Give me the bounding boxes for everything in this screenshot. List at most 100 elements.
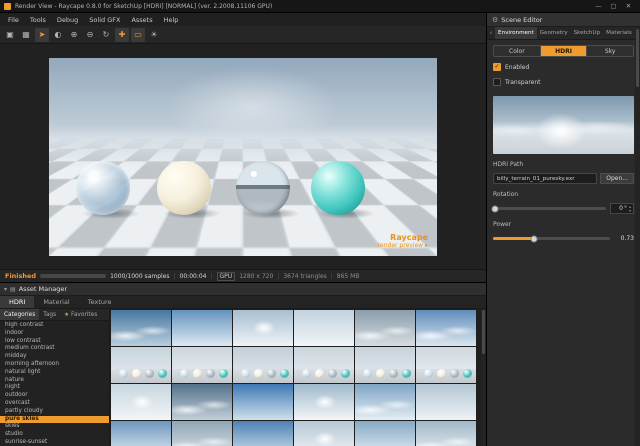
rotation-slider-handle[interactable] (491, 205, 499, 212)
tab-environment[interactable]: Environment (495, 27, 537, 39)
power-label: Power (493, 221, 512, 228)
tab-texture[interactable]: Texture (79, 296, 121, 308)
hdri-thumbnail-sky[interactable] (416, 310, 476, 346)
rotation-value-box[interactable]: 0 ° ▴ ▾ (610, 203, 634, 214)
menu-item-file[interactable]: File (3, 15, 24, 25)
mini-sphere-1 (376, 369, 385, 378)
hdri-thumbnail-sky[interactable] (233, 384, 293, 420)
menu-item-solid-gfx[interactable]: Solid GFX (84, 15, 125, 25)
category-item-overcast[interactable]: overcast (0, 400, 109, 408)
hdri-thumbnail-spheres[interactable] (111, 347, 171, 383)
environment-icon[interactable]: ◐ (51, 28, 65, 42)
mode-color[interactable]: Color (494, 46, 541, 56)
category-item-sunrise-sunset[interactable]: sunrise-sunset (0, 439, 109, 446)
transparent-checkbox[interactable] (493, 78, 501, 86)
category-item-medium-contrast[interactable]: medium contrast (0, 345, 109, 353)
star-icon: ★ (64, 311, 70, 318)
tab-sketchup[interactable]: SketchUp (571, 27, 604, 39)
category-item-night[interactable]: night (0, 384, 109, 392)
category-item-high-contrast[interactable]: high contrast (0, 322, 109, 330)
library-tab-favorites[interactable]: ★ Favorites (60, 309, 101, 320)
hdri-thumbnail-sky[interactable] (172, 384, 232, 420)
separator: | (277, 272, 280, 280)
category-item-skies[interactable]: skies (0, 423, 109, 431)
hdri-thumbnail-sky[interactable] (294, 421, 354, 446)
asset-manager-header[interactable]: ▾ ▤ Asset Manager (0, 283, 486, 296)
hdri-thumbnail-sky[interactable] (355, 310, 415, 346)
hdri-thumbnail-spheres[interactable] (172, 347, 232, 383)
gear-icon: ⚙ (492, 15, 499, 24)
collapse-arrow-icon[interactable]: ▾ (4, 286, 7, 293)
hdri-thumbnail-sky[interactable] (111, 421, 171, 446)
mode-hdri[interactable]: HDRI (540, 46, 588, 56)
mode-sky[interactable]: Sky (587, 46, 633, 56)
mini-sphere-2 (450, 369, 459, 378)
enabled-checkbox[interactable]: ✓ (493, 63, 501, 71)
hdri-thumbnail-sky[interactable] (355, 384, 415, 420)
power-slider-handle[interactable] (530, 235, 538, 242)
hdri-thumbnail-sky[interactable] (233, 310, 293, 346)
category-item-partly-cloudy[interactable]: partly cloudy (0, 408, 109, 416)
asset-type-tabs: HDRI Material Texture (0, 296, 486, 309)
layout-icon[interactable]: ▦ (19, 28, 33, 42)
tab-material[interactable]: Material (34, 296, 78, 308)
light-icon[interactable]: ☀ (147, 28, 161, 42)
category-item-midday[interactable]: midday (0, 353, 109, 361)
category-item-low-contrast[interactable]: low contrast (0, 338, 109, 346)
menu-item-help[interactable]: Help (159, 15, 184, 25)
scrollbar-thumb[interactable] (482, 310, 485, 354)
maximize-button[interactable]: ▢ (606, 2, 621, 10)
open-hdri-button[interactable]: Open... (600, 173, 634, 184)
thumbnail-scrollbar[interactable] (481, 309, 486, 446)
orbit-icon[interactable]: ↻ (99, 28, 113, 42)
hdri-thumbnail-sky[interactable] (294, 310, 354, 346)
hdri-thumbnail-sky[interactable] (172, 421, 232, 446)
hdri-thumbnail-sky[interactable] (355, 421, 415, 446)
category-item-morning-afternoon[interactable]: morning afternoon (0, 361, 109, 369)
hdri-thumbnail-spheres[interactable] (294, 347, 354, 383)
rotation-spinner[interactable]: ▴ ▾ (629, 204, 631, 213)
hdri-thumbnail-sky[interactable] (294, 384, 354, 420)
render-image[interactable]: Raycape render preview ▸ (49, 57, 437, 256)
save-icon[interactable]: ▣ (3, 28, 17, 42)
category-item-outdoor[interactable]: outdoor (0, 392, 109, 400)
category-item-pure-skies[interactable]: pure skies (0, 415, 109, 424)
tab-hdri[interactable]: HDRI (0, 296, 35, 308)
scrollbar-thumb[interactable] (636, 29, 639, 87)
hdri-thumbnail-sky[interactable] (111, 310, 171, 346)
library-tab-categories[interactable]: Categories (0, 309, 40, 320)
clouds-overlay (355, 310, 415, 346)
hdri-thumbnail-spheres[interactable] (416, 347, 476, 383)
hdri-thumbnail-sky[interactable] (416, 384, 476, 420)
hdri-thumbnail-spheres[interactable] (233, 347, 293, 383)
hdri-thumbnail-spheres[interactable] (355, 347, 415, 383)
library-tab-tags[interactable]: Tags (39, 309, 60, 320)
chevron-left-icon[interactable]: ‹ (487, 27, 495, 39)
hdri-thumbnail-sky[interactable] (233, 421, 293, 446)
hdri-thumbnail-sky[interactable] (172, 310, 232, 346)
power-slider[interactable] (493, 235, 610, 242)
zoom-in-icon[interactable]: ⊕ (67, 28, 81, 42)
spinner-down-icon[interactable]: ▾ (629, 208, 631, 213)
scene-editor-header[interactable]: ⚙ Scene Editor (487, 13, 640, 27)
category-item-indoor[interactable]: indoor (0, 330, 109, 338)
category-item-studio[interactable]: studio (0, 431, 109, 439)
category-item-natural-light[interactable]: natural light (0, 369, 109, 377)
hdri-thumbnail-sky[interactable] (416, 421, 476, 446)
menu-item-assets[interactable]: Assets (126, 15, 157, 25)
rotation-slider[interactable] (491, 205, 606, 212)
zoom-out-icon[interactable]: ⊖ (83, 28, 97, 42)
tab-geometry[interactable]: Geometry (537, 27, 571, 39)
menu-item-tools[interactable]: Tools (25, 15, 51, 25)
scene-editor-scrollbar[interactable] (635, 27, 640, 446)
tab-materials[interactable]: Materials (603, 27, 635, 39)
hdri-path-input[interactable]: billy_terrain_01_puresky.exr (493, 173, 598, 184)
menu-item-debug[interactable]: Debug (52, 15, 83, 25)
pan-icon[interactable]: ✚ (115, 27, 129, 42)
close-button[interactable]: ✕ (621, 2, 636, 10)
category-item-nature[interactable]: nature (0, 377, 109, 385)
region-icon[interactable]: ▭ (131, 27, 145, 42)
minimize-button[interactable]: — (591, 2, 606, 10)
select-icon[interactable]: ➤ (35, 27, 49, 42)
hdri-thumbnail-sky[interactable] (111, 384, 171, 420)
